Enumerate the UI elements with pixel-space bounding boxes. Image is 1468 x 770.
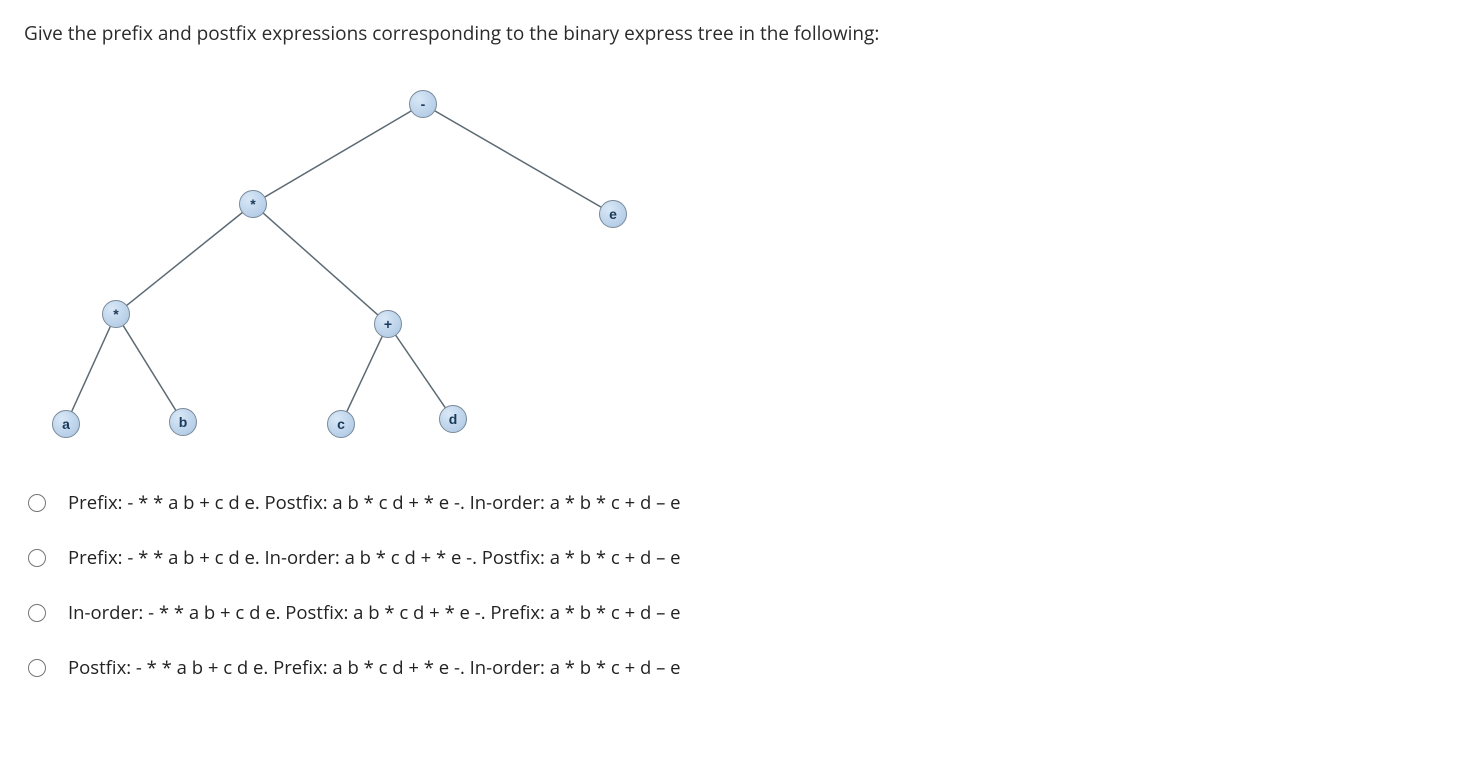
option-radio-1[interactable] [28, 494, 46, 512]
tree-node-a: a [52, 410, 80, 438]
tree-node-b: b [169, 408, 197, 436]
tree-node-e: e [599, 200, 627, 228]
option-radio-3[interactable] [28, 604, 46, 622]
option-radio-4[interactable] [28, 659, 46, 677]
tree-node-c: c [327, 410, 355, 438]
answer-options: Prefix: - * * a b + c d e. Postfix: a b … [24, 490, 1444, 680]
option-row[interactable]: Postfix: - * * a b + c d e. Prefix: a b … [24, 655, 1444, 680]
tree-node-mul1: * [239, 190, 267, 218]
option-row[interactable]: In-order: - * * a b + c d e. Postfix: a … [24, 600, 1444, 625]
tree-node-mul2: * [102, 300, 130, 328]
option-label: In-order: - * * a b + c d e. Postfix: a … [68, 600, 681, 625]
option-label: Prefix: - * * a b + c d e. In-order: a b… [68, 545, 681, 570]
option-label: Postfix: - * * a b + c d e. Prefix: a b … [68, 655, 681, 680]
question-text: Give the prefix and postfix expressions … [24, 20, 1444, 46]
tree-node-d: d [439, 405, 467, 433]
option-radio-2[interactable] [28, 549, 46, 567]
tree-edges [34, 70, 674, 450]
expression-tree: - * e * + a b c d [34, 70, 674, 450]
option-row[interactable]: Prefix: - * * a b + c d e. In-order: a b… [24, 545, 1444, 570]
tree-node-root: - [409, 90, 437, 118]
option-label: Prefix: - * * a b + c d e. Postfix: a b … [68, 490, 681, 515]
tree-node-plus: + [374, 310, 402, 338]
option-row[interactable]: Prefix: - * * a b + c d e. Postfix: a b … [24, 490, 1444, 515]
